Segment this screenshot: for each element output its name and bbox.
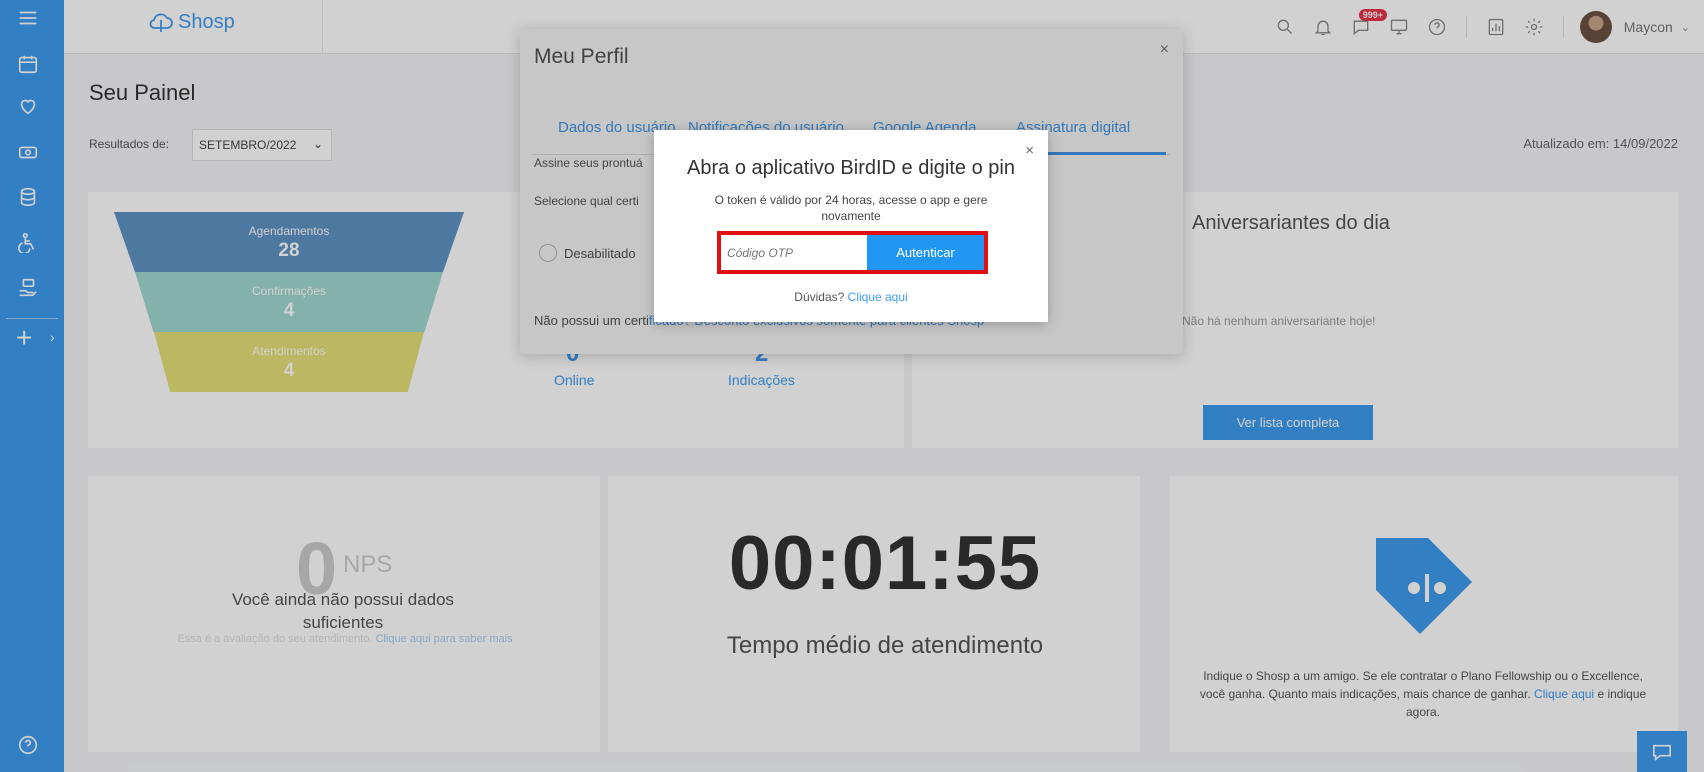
otp-subtitle: O token é válido por 24 horas, acesse o … [714,193,988,223]
otp-form-highlight: Autenticar [717,231,988,274]
otp-code-input[interactable] [721,235,867,270]
authenticate-button[interactable]: Autenticar [867,235,984,270]
otp-title: Abra o aplicativo BirdID e digite o pin [687,157,1015,179]
otp-dialog: × Abra o aplicativo BirdID e digite o pi… [654,130,1048,322]
otp-help: Dúvidas? Clique aqui [654,290,1048,304]
otp-help-link[interactable]: Clique aqui [848,290,908,304]
otp-help-text: Dúvidas? [794,290,845,304]
